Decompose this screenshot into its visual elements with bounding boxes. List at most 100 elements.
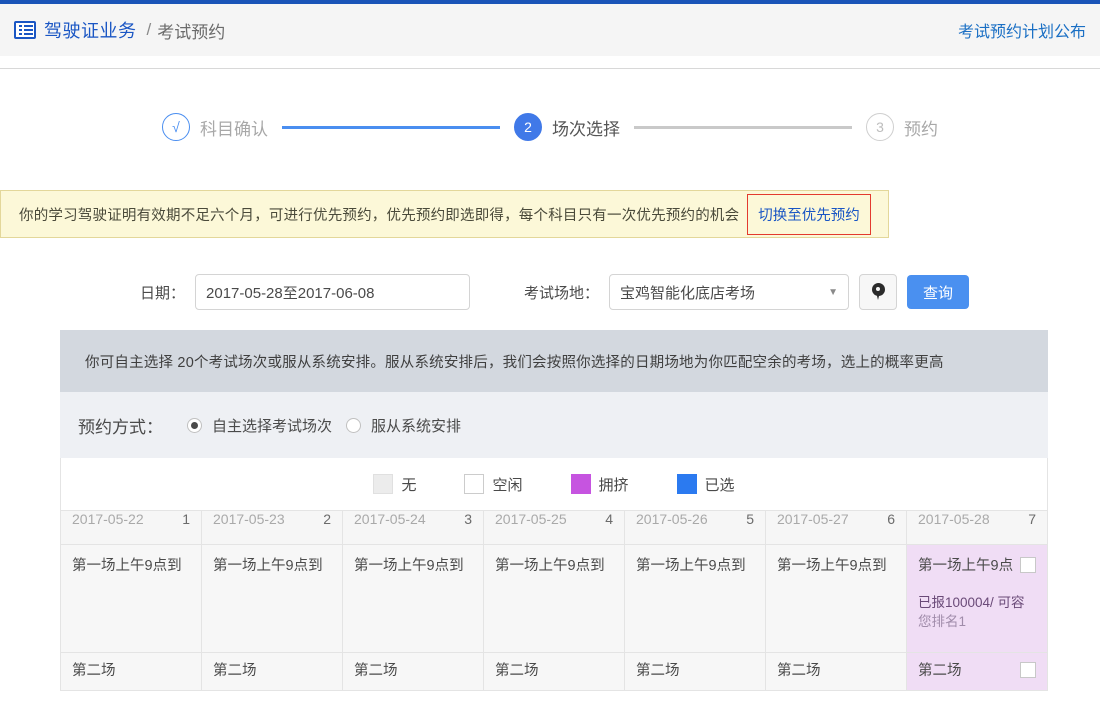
schedule-column-header: 2017-05-28 7 [907,511,1048,545]
map-pin-icon [872,283,885,301]
date-range-value: 2017-05-28至2017-06-08 [206,282,374,303]
schedule-slot-cell[interactable]: 第一场上午9点已报100004/ 可容您排名1 [907,545,1048,653]
radio-self-select[interactable]: 自主选择考试场次 [187,415,332,436]
slot-checkbox[interactable] [1020,662,1036,678]
slot-title: 第一场上午9点到 [777,557,887,576]
panel-note: 你可自主选择 20个考试场次或服从系统安排。服从系统安排后，我们会按照你选择的日… [60,330,1048,392]
step-1-label: 科目确认 [200,115,268,140]
legend-swatch-selected [677,474,697,494]
schedule-slot-cell[interactable]: 第二场 [202,653,343,691]
exam-plan-link[interactable]: 考试预约计划公布 [958,18,1086,42]
schedule-column-header: 2017-05-25 4 [484,511,625,545]
legend-label-crowded: 拥挤 [599,474,629,495]
schedule-slot-cell[interactable]: 第一场上午9点到 [202,545,343,653]
column-date: 2017-05-28 [918,511,990,527]
step-2-label: 场次选择 [552,115,620,140]
slot-title: 第二场 [918,662,962,681]
slot-title: 第二场 [636,662,680,681]
chevron-down-icon: ▼ [828,287,838,298]
step-connector-1 [282,126,500,129]
legend-swatch-none [373,474,393,494]
legend-label-none: 无 [401,474,416,495]
column-index: 2 [323,511,331,527]
legend-item-selected: 已选 [677,474,735,495]
step-indicator: √ 科目确认 2 场次选择 3 预约 [0,113,1100,141]
column-date: 2017-05-25 [495,511,567,527]
breadcrumb: 驾驶证业务 / 考试预约 [14,17,225,43]
schedule-column-header: 2017-05-243 [343,511,484,545]
radio-system-arrange-dot [346,418,361,433]
schedule-slot-cell[interactable]: 第一场上午9点到 [343,545,484,653]
slot-title: 第二场 [213,662,257,681]
schedule-slot-cell[interactable]: 第二场 [766,653,907,691]
step-1-marker: √ [162,113,190,141]
breadcrumb-separator: / [147,20,152,40]
date-label: 日期： [140,282,185,303]
app-header: 驾驶证业务 / 考试预约 考试预约计划公布 [0,4,1100,56]
slot-checkbox[interactable] [1020,557,1036,573]
step-connector-2 [634,126,852,129]
legend-swatch-free [464,474,484,494]
main-card: √ 科目确认 2 场次选择 3 预约 你的学习驾驶证明有效期不足六个月，可进行优… [0,68,1100,717]
schedule-slot-cell[interactable]: 第一场上午9点到 [766,545,907,653]
page-root: 驾驶证业务 / 考试预约 考试预约计划公布 √ 科目确认 2 场次选择 3 预约 [0,0,1100,717]
schedule-row-session-1: 第一场上午9点到第一场上午9点到第一场上午9点到第一场上午9点到第一场上午9点到… [61,545,1048,653]
schedule-row-session-2: 第二场第二场第二场第二场第二场第二场第二场 [61,653,1048,691]
schedule-slot-cell[interactable]: 第二场 [61,653,202,691]
date-range-input[interactable]: 2017-05-28至2017-06-08 [195,274,470,310]
column-index: 4 [605,511,613,527]
venue-select[interactable]: 宝鸡智能化底店考场 ▼ [609,274,849,310]
breadcrumb-main[interactable]: 驾驶证业务 [44,17,137,43]
slot-title: 第二场 [72,662,116,681]
legend-swatch-crowded [571,474,591,494]
column-date: 2017-05-24 [354,511,426,527]
radio-self-select-label: 自主选择考试场次 [212,415,332,436]
legend-label-free: 空闲 [492,474,522,495]
step-subject-confirm[interactable]: √ 科目确认 [162,113,268,141]
schedule-slot-cell[interactable]: 第二场 [907,653,1048,691]
priority-booking-banner: 你的学习驾驶证明有效期不足六个月，可进行优先预约，优先预约即选即得，每个科目只有… [0,190,889,238]
legend-item-none: 无 [373,474,416,495]
legend-item-free: 空闲 [464,474,522,495]
schedule-slot-cell[interactable]: 第二场 [484,653,625,691]
schedule-header-row: 2017-05-2212017-05-2322017-05-2432017-05… [61,511,1048,545]
breadcrumb-current: 考试预约 [157,18,225,43]
venue-label: 考试场地： [524,282,599,303]
slot-title: 第一场上午9点到 [636,557,746,576]
schedule-column-header: 2017-05-265 [625,511,766,545]
slot-title: 第二场 [354,662,398,681]
slot-title: 第一场上午9点到 [213,557,323,576]
schedule-slot-cell[interactable]: 第一场上午9点到 [61,545,202,653]
schedule-slot-cell[interactable]: 第二场 [625,653,766,691]
slot-title: 第一场上午9点到 [495,557,605,576]
schedule-slot-cell[interactable]: 第二场 [343,653,484,691]
step-3-marker: 3 [866,113,894,141]
column-index: 7 [1028,511,1036,527]
status-legend: 无 空闲 拥挤 已选 [60,458,1048,510]
list-menu-icon[interactable] [14,21,36,39]
search-button[interactable]: 查询 [907,275,969,309]
legend-item-crowded: 拥挤 [571,474,629,495]
step-session-select[interactable]: 2 场次选择 [514,113,620,141]
radio-system-arrange[interactable]: 服从系统安排 [346,415,461,436]
booking-mode-label: 预约方式： [78,413,163,438]
venue-group: 考试场地： 宝鸡智能化底店考场 ▼ 查询 [524,274,969,310]
step-3-label: 预约 [904,115,938,140]
schedule-column-header: 2017-05-276 [766,511,907,545]
schedule-slot-cell[interactable]: 第一场上午9点到 [484,545,625,653]
venue-value: 宝鸡智能化底店考场 [620,282,755,303]
schedule-column-header: 2017-05-232 [202,511,343,545]
column-date: 2017-05-22 [72,511,144,527]
step-appointment[interactable]: 3 预约 [866,113,938,141]
session-panel: 你可自主选择 20个考试场次或服从系统安排。服从系统安排后，我们会按照你选择的日… [60,330,1048,691]
map-pin-button[interactable] [859,274,897,310]
query-filter-row: 日期： 2017-05-28至2017-06-08 考试场地： 宝鸡智能化底店考… [0,266,1100,318]
switch-priority-booking-button[interactable]: 切换至优先预约 [747,194,871,235]
schedule-slot-cell[interactable]: 第一场上午9点到 [625,545,766,653]
booking-mode-row: 预约方式： 自主选择考试场次 服从系统安排 [60,392,1048,458]
slot-title: 第一场上午9点到 [354,557,464,576]
slot-title: 第二场 [495,662,539,681]
column-index: 1 [182,511,190,527]
column-date: 2017-05-27 [777,511,849,527]
slot-capacity: 已报100004/ 可容 [918,593,1036,613]
